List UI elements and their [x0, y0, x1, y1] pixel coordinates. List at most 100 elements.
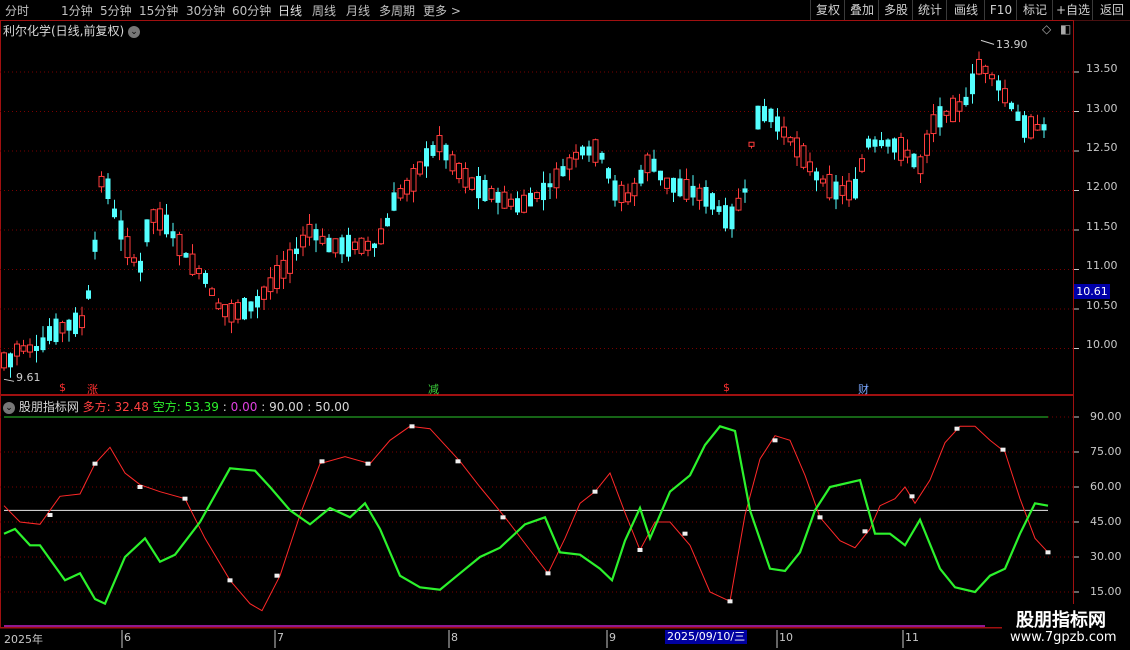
period-tab-daily[interactable]: 日线: [278, 2, 302, 19]
candle-up: [807, 161, 813, 173]
indicator-tick: 45.00: [1090, 515, 1122, 528]
candle-up: [157, 208, 163, 231]
signal-point-marker: [137, 485, 143, 489]
candle-down: [651, 158, 657, 172]
signal-point-marker: [274, 573, 280, 578]
overlay-button[interactable]: 叠加: [844, 0, 879, 20]
statistics-button[interactable]: 统计: [912, 0, 947, 20]
period-tab-weekly[interactable]: 周线: [312, 2, 336, 19]
chevron-down-icon[interactable]: ⌄: [3, 401, 15, 414]
signal-point-marker: [455, 459, 461, 464]
candle-up: [131, 257, 137, 263]
watermark-url: www.7gpzb.com: [1010, 630, 1117, 645]
candle-up: [300, 234, 306, 248]
period-tab-multi[interactable]: 多周期: [379, 2, 415, 19]
candle-up: [943, 110, 950, 116]
f10-button[interactable]: F10: [984, 0, 1017, 20]
candle-up: [859, 158, 865, 172]
main-chart-frame: [0, 20, 1074, 395]
back-button[interactable]: 返回: [1092, 0, 1130, 20]
candle-down: [729, 206, 735, 230]
candle-down: [658, 170, 663, 181]
indicator-tick: 60.00: [1090, 480, 1122, 493]
period-tab-15min[interactable]: 15分钟: [139, 2, 178, 19]
signal-dollar-marker: $: [723, 381, 730, 394]
candle-down: [723, 205, 728, 229]
candle-down: [248, 301, 254, 312]
candle-up: [319, 235, 326, 244]
candle-down: [242, 297, 247, 320]
long-value: 多方: 32.48: [82, 400, 149, 414]
period-tab-5min[interactable]: 5分钟: [100, 2, 132, 19]
candle-up: [176, 233, 183, 257]
candle-down: [105, 178, 111, 199]
current-price-badge: 10.61: [1074, 284, 1110, 299]
month-label: 7: [277, 631, 284, 644]
candle-down: [833, 181, 839, 200]
candle-up: [625, 192, 631, 203]
candle-up: [748, 141, 755, 147]
candle-up: [274, 264, 280, 290]
candle-down: [443, 144, 449, 161]
candle-down: [8, 353, 13, 368]
signal-point-marker: [954, 426, 960, 431]
candle-up: [410, 168, 417, 192]
short-value: 空方: 53.39: [152, 400, 219, 414]
add-favorite-button[interactable]: +自选: [1052, 0, 1093, 20]
candle-down: [144, 219, 150, 243]
candle-up: [306, 223, 313, 238]
candle-up: [930, 114, 937, 135]
candle-down: [996, 80, 1001, 91]
multi-stock-button[interactable]: 多股: [878, 0, 913, 20]
candle-up: [904, 149, 911, 158]
signal-dollar-marker: $: [59, 381, 66, 394]
period-tab-1min[interactable]: 1分钟: [61, 2, 93, 19]
signal-point-marker: [227, 578, 233, 583]
candle-down: [92, 239, 98, 252]
candle-up: [228, 303, 235, 323]
candle-up: [501, 191, 508, 209]
month-label: 8: [451, 631, 458, 644]
adjust-button[interactable]: 复权: [810, 0, 845, 20]
high-price-label: 13.90: [996, 38, 1028, 51]
candle-down: [515, 198, 520, 213]
candle-up: [267, 277, 274, 293]
indicator-tick: 90.00: [1090, 410, 1122, 423]
signal-point-marker: [409, 424, 415, 429]
watermark: 股朋指标网 www.7gpzb.com: [1002, 604, 1130, 650]
candle-down: [703, 186, 709, 207]
candle-down: [34, 346, 39, 351]
signal-point-marker: [682, 531, 688, 536]
candle-down: [814, 171, 819, 181]
indicator-value-3: 0.00: [230, 400, 258, 414]
candle-up: [735, 197, 742, 211]
period-tab-more[interactable]: 更多 >: [423, 2, 461, 19]
period-tab-fenshi[interactable]: 分时: [5, 2, 29, 19]
candle-up: [1034, 124, 1041, 131]
candle-down: [47, 326, 52, 341]
candle-up: [534, 192, 540, 200]
candle-down: [872, 139, 878, 147]
candle-up: [573, 151, 579, 160]
candle-up: [332, 238, 339, 254]
candle-down: [73, 312, 78, 335]
candle-up: [98, 175, 105, 188]
candle-down: [86, 290, 91, 299]
signal-point-marker: [47, 513, 53, 517]
candle-down: [112, 208, 117, 218]
period-tab-monthly[interactable]: 月线: [346, 2, 370, 19]
indicator-name: 股朋指标网: [18, 400, 79, 414]
candle-up: [488, 188, 495, 200]
candle-down: [255, 296, 260, 308]
candle-up: [456, 162, 462, 180]
mark-button[interactable]: 标记: [1016, 0, 1053, 20]
candle-down: [528, 192, 533, 207]
period-tab-30min[interactable]: 30分钟: [186, 2, 225, 19]
indicator-value-4: 90.00: [269, 400, 304, 414]
candle-up: [644, 154, 651, 174]
draw-line-button[interactable]: 画线: [946, 0, 985, 20]
candle-down: [612, 180, 618, 201]
period-tab-60min[interactable]: 60分钟: [232, 2, 271, 19]
candle-up: [196, 268, 202, 275]
price-tick: 10.00: [1086, 338, 1118, 351]
